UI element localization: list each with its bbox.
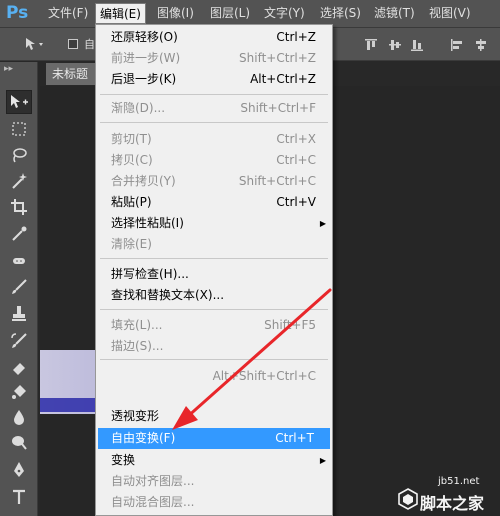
menu-paste-special[interactable]: 选择性粘贴(I) ▶	[96, 213, 332, 234]
collapse-panel-icon[interactable]: ▸▸	[4, 64, 13, 74]
menu-free-transform[interactable]: 自由变换(F) Ctrl+T	[98, 428, 330, 449]
edit-menu-dropdown: 还原轻移(O) Ctrl+Z 前进一步(W) Shift+Ctrl+Z 后退一步(K…	[95, 24, 333, 516]
menu-fill[interactable]: 填充(L)... Shift+F5	[96, 315, 332, 336]
align-top-icon[interactable]	[364, 38, 378, 52]
watermark-url: jb51.net	[438, 476, 480, 487]
clone-stamp-icon[interactable]	[6, 302, 32, 326]
submenu-arrow-icon: ▶	[319, 456, 326, 465]
menu-cut[interactable]: 剪切(T) Ctrl+X	[96, 129, 332, 150]
menu-step-backward[interactable]: 后退一步(K) Alt+Ctrl+Z	[96, 69, 332, 90]
menu-undo-nudge[interactable]: 还原轻移(O) Ctrl+Z	[96, 27, 332, 48]
menu-separator	[100, 309, 328, 310]
menu-auto-blend-layers[interactable]: 自动混合图层...	[96, 492, 332, 513]
watermark-logo-icon	[398, 488, 418, 510]
auto-select-label: 自	[84, 38, 95, 51]
eyedropper-icon[interactable]	[6, 222, 32, 246]
menu-separator	[100, 359, 328, 360]
menu-auto-align-layers[interactable]: 自动对齐图层...	[96, 471, 332, 492]
crop-icon[interactable]	[6, 195, 32, 219]
menu-perspective-warp[interactable]: 透视变形	[96, 406, 332, 427]
menu-check-spelling[interactable]: 拼写检查(H)...	[96, 264, 332, 285]
menu-layer[interactable]: 图层(L)	[206, 3, 254, 24]
menu-filter[interactable]: 滤镜(T)	[370, 3, 419, 24]
menu-find-replace-text[interactable]: 查找和替换文本(X)...	[96, 285, 332, 306]
marquee-icon[interactable]	[6, 117, 32, 141]
align-left-icon[interactable]	[450, 38, 464, 52]
menu-fade[interactable]: 渐隐(D)... Shift+Ctrl+F	[96, 98, 332, 119]
menu-edit[interactable]: 编辑(E)	[95, 3, 146, 24]
menu-paste[interactable]: 粘贴(P) Ctrl+V	[96, 192, 332, 213]
paint-bucket-icon[interactable]	[6, 380, 32, 404]
menu-type[interactable]: 文字(Y)	[260, 3, 309, 24]
brush-icon[interactable]	[6, 275, 32, 299]
document-tab[interactable]: 未标题	[46, 63, 96, 85]
submenu-arrow-icon: ▶	[319, 219, 326, 228]
menu-image[interactable]: 图像(I)	[153, 3, 198, 24]
pen-icon[interactable]	[6, 458, 32, 482]
move-tool-icon[interactable]	[6, 90, 32, 114]
eraser-icon[interactable]	[6, 355, 32, 379]
menu-file[interactable]: 文件(F)	[44, 3, 92, 24]
move-tool-preset-icon[interactable]	[22, 36, 46, 52]
menu-separator	[100, 94, 328, 95]
watermark-name: 脚本之家	[420, 494, 485, 513]
menu-copy-merged[interactable]: 合并拷贝(Y) Shift+Ctrl+C	[96, 171, 332, 192]
menu-transform[interactable]: 变换 ▶	[96, 450, 332, 471]
tools-panel: ▸▸	[0, 62, 38, 516]
menu-content-aware-scale[interactable]: Alt+Shift+Ctrl+C	[96, 366, 332, 387]
menu-copy[interactable]: 拷贝(C) Ctrl+C	[96, 150, 332, 171]
align-vcenter-icon[interactable]	[388, 38, 402, 52]
auto-select-checkbox[interactable]	[68, 39, 78, 49]
align-hcenter-icon[interactable]	[474, 38, 488, 52]
dodge-icon[interactable]	[6, 430, 32, 454]
type-icon[interactable]	[6, 485, 32, 509]
align-bottom-icon[interactable]	[410, 38, 424, 52]
magic-wand-icon[interactable]	[6, 169, 32, 193]
menu-select[interactable]: 选择(S)	[316, 3, 365, 24]
menu-clear[interactable]: 清除(E)	[96, 234, 332, 255]
healing-brush-icon[interactable]	[6, 249, 32, 273]
lasso-icon[interactable]	[6, 143, 32, 167]
menu-separator	[100, 122, 328, 123]
menu-stroke[interactable]: 描边(S)...	[96, 336, 332, 357]
menu-separator	[100, 258, 328, 259]
photoshop-logo: Ps	[6, 3, 29, 23]
blur-icon[interactable]	[6, 405, 32, 429]
menu-step-forward[interactable]: 前进一步(W) Shift+Ctrl+Z	[96, 48, 332, 69]
history-brush-icon[interactable]	[6, 329, 32, 353]
menu-view[interactable]: 视图(V)	[425, 3, 475, 24]
